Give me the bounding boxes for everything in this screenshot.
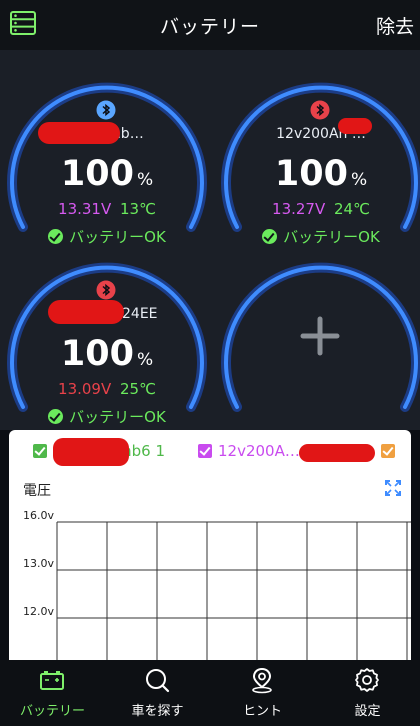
redaction-mark [299,444,375,462]
bluetooth-icon [310,100,330,120]
add-battery-slot[interactable] [216,242,420,422]
chart-legend: mb6 1 12v200A… [9,438,411,466]
redaction-mark [53,438,129,466]
battery-name: 12v200Ah·… [276,126,366,142]
nav-settings[interactable]: 設定 [315,660,420,726]
checkbox-icon[interactable] [33,444,47,458]
charge-percent: 100% [60,154,154,194]
nav-find-car[interactable]: 車を探す [105,660,210,726]
checkbox-icon[interactable] [381,444,395,458]
voltage-chart: 16.0v 13.0v 12.0v [23,509,411,660]
app-header: バッテリー 除去 [0,0,420,50]
voltage-value: 13.09V [58,380,112,398]
y-tick-label: 16.0v [23,509,54,522]
redaction-mark [48,300,124,324]
nav-hints[interactable]: ヒント [210,660,315,726]
battery-status: バッテリーOK [2,406,212,427]
battery-gauge-2[interactable]: 12v200Ah·… 100% 13.27V 24℃ バッテリーOK [216,62,420,246]
chart-title: 電圧 [23,483,51,499]
charge-percent: 100% [60,334,154,374]
legend-item-3[interactable] [381,442,401,460]
temperature-value: 24℃ [334,200,370,218]
battery-readings: 13.27V 24℃ [216,200,420,218]
bluetooth-icon [96,100,116,120]
voltage-value: 13.27V [272,200,326,218]
battery-icon [40,671,64,690]
legend-item-2[interactable]: 12v200A… [198,442,300,460]
battery-gauge-1[interactable]: …p…mb… 100% 13.31V 13℃ バッテリーOK [2,62,212,246]
checkbox-icon[interactable] [198,444,212,458]
temperature-value: 13℃ [120,200,156,218]
redaction-mark [338,118,372,134]
redaction-mark [38,122,120,144]
temperature-value: 25℃ [120,380,156,398]
location-pin-icon [252,667,272,694]
expand-icon[interactable] [385,480,401,496]
battery-readings: 13.09V 25℃ [2,380,212,398]
voltage-value: 13.31V [58,200,112,218]
bluetooth-icon [96,280,116,300]
battery-gauge-3[interactable]: 24EE 100% 13.09V 25℃ バッテリーOK [2,242,212,426]
plus-icon[interactable] [300,316,340,356]
battery-readings: 13.31V 13℃ [2,200,212,218]
remove-button[interactable]: 除去 [376,12,414,39]
charge-percent: 100% [274,154,368,194]
page-title: バッテリー [159,16,260,38]
check-circle-icon [48,409,64,424]
nav-battery[interactable]: バッテリー [0,660,105,726]
y-tick-label: 13.0v [23,557,54,570]
battery-gauge-grid: …p…mb… 100% 13.31V 13℃ バッテリーOK 12v200Ah·… [0,50,420,430]
bottom-navigation: バッテリー 車を探す ヒント 設定 [0,660,420,726]
search-icon [146,669,170,693]
gear-icon [355,668,379,692]
y-tick-label: 12.0v [23,605,54,618]
voltage-chart-panel: mb6 1 12v200A… 電圧 16.0v 13.0v 12.0v [9,430,411,660]
